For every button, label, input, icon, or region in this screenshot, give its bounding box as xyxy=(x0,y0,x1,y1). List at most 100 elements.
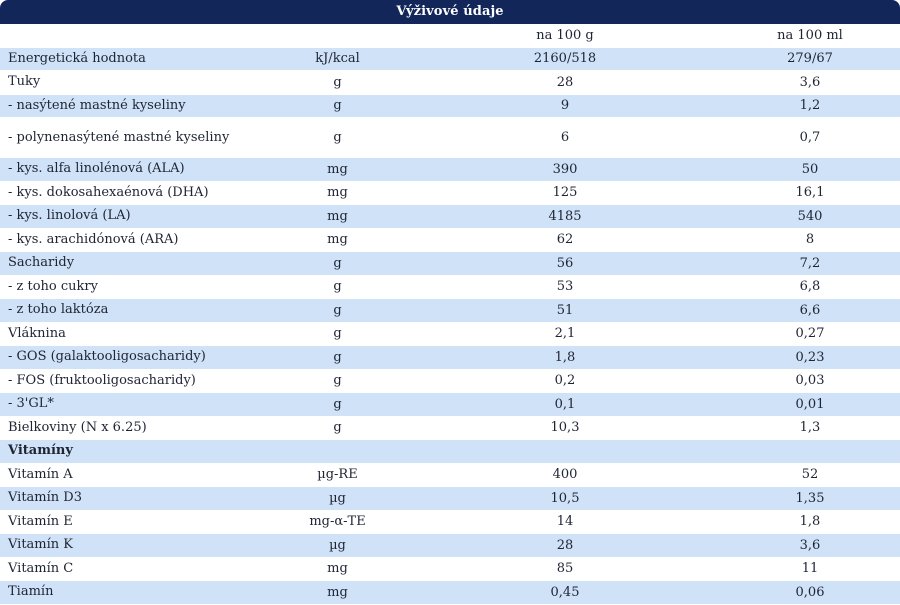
nutrient-unit: g xyxy=(333,349,342,365)
value-per-100g: 2,1 xyxy=(554,326,576,342)
nutrient-name: - z toho cukry xyxy=(8,278,98,294)
value-per-100g: 28 xyxy=(556,537,574,553)
nutrient-name: Vitamín A xyxy=(8,466,73,482)
table-row: - kys. arachidónová (ARA) mg 62 8 xyxy=(0,228,900,252)
nutrient-unit: mg xyxy=(327,561,348,577)
table-row: - FOS (fruktooligosacharidy) g 0,2 0,03 xyxy=(0,369,900,393)
value-per-100g: 6 xyxy=(560,130,570,145)
table-row: Vitamín A µg-RE 400 52 xyxy=(0,463,900,487)
value-per-100ml: 11 xyxy=(801,561,819,577)
value-per-100g: 125 xyxy=(552,185,578,201)
nutrient-name: Bielkoviny (N x 6.25) xyxy=(8,419,147,435)
value-per-100ml: 8 xyxy=(805,232,815,248)
header-row: na 100 g na 100 ml xyxy=(0,24,900,48)
value-per-100ml: 6,6 xyxy=(799,302,821,318)
table-row: - nasýtené mastné kyseliny g 9 1,2 xyxy=(0,94,900,118)
value-per-100g: 14 xyxy=(556,514,574,530)
nutrient-unit: µg xyxy=(329,537,346,553)
nutrient-unit: g xyxy=(333,98,342,114)
nutrient-unit: mg xyxy=(327,208,348,224)
value-per-100g: 390 xyxy=(552,161,578,177)
nutrient-unit: g xyxy=(333,302,342,318)
value-per-100ml: 0,06 xyxy=(795,584,825,600)
nutrient-name: - GOS (galaktooligosacharidy) xyxy=(8,349,206,365)
table-row: Bielkoviny (N x 6.25) g 10,3 1,3 xyxy=(0,416,900,440)
nutrient-name: - polynenasýtené mastné kyseliny xyxy=(8,129,230,145)
value-per-100g: 53 xyxy=(556,279,574,295)
table-row: Tuky g 28 3,6 xyxy=(0,71,900,95)
table-row: - polynenasýtené mastné kyseliny g 6 0,7 xyxy=(0,118,900,158)
value-per-100g: 9 xyxy=(560,98,570,114)
value-per-100g: 1,8 xyxy=(554,349,576,365)
value-per-100ml: 3,6 xyxy=(799,537,821,553)
nutrient-name: Vitamín D3 xyxy=(8,490,82,506)
nutrient-unit: mg xyxy=(327,232,348,248)
nutrient-unit: g xyxy=(333,279,342,295)
value-per-100ml: 279/67 xyxy=(787,51,833,67)
nutrient-name: - FOS (fruktooligosacharidy) xyxy=(8,372,196,388)
table-row: Sacharidy g 56 7,2 xyxy=(0,252,900,276)
nutrient-unit: mg xyxy=(327,584,348,600)
nutrient-unit: kJ/kcal xyxy=(315,51,360,67)
nutrient-unit: g xyxy=(333,130,342,145)
nutrient-name: Vláknina xyxy=(8,325,66,341)
header-per-100ml: na 100 ml xyxy=(777,27,843,43)
value-per-100g: 51 xyxy=(556,302,574,318)
value-per-100ml: 0,23 xyxy=(795,349,825,365)
table-row: - 3'GL* g 0,1 0,01 xyxy=(0,393,900,417)
value-per-100ml: 7,2 xyxy=(799,255,821,271)
table-row: Vitamín C mg 85 11 xyxy=(0,557,900,581)
value-per-100ml: 0,03 xyxy=(795,373,825,389)
table-title: Výživové údaje xyxy=(0,0,900,24)
nutrient-name: Vitamín E xyxy=(8,513,73,529)
nutrition-table: Výživové údaje na 100 g na 100 ml Energe… xyxy=(0,0,900,605)
nutrient-name: - z toho laktóza xyxy=(8,302,109,318)
value-per-100ml: 1,8 xyxy=(799,514,821,530)
nutrient-unit: µg xyxy=(329,490,346,506)
nutrient-name: Tuky xyxy=(8,74,41,90)
value-per-100g: 62 xyxy=(556,232,574,248)
table-row: Tiamín mg 0,45 0,06 xyxy=(0,581,900,605)
value-per-100g: 0,2 xyxy=(554,373,576,389)
value-per-100ml: 3,6 xyxy=(799,74,821,90)
section-row: Vitamíny xyxy=(0,440,900,464)
value-per-100g: 10,3 xyxy=(550,420,580,436)
nutrient-name: - nasýtené mastné kyseliny xyxy=(8,97,186,113)
value-per-100g: 56 xyxy=(556,255,574,271)
section-heading: Vitamíny xyxy=(8,443,73,459)
value-per-100ml: 540 xyxy=(797,208,823,224)
table-row: Energetická hodnota kJ/kcal 2160/518 279… xyxy=(0,47,900,71)
nutrient-unit: g xyxy=(333,396,342,412)
nutrient-unit: g xyxy=(333,255,342,271)
nutrient-unit: g xyxy=(333,74,342,90)
nutrient-name: - kys. alfa linolénová (ALA) xyxy=(8,161,185,177)
table-row: - z toho cukry g 53 6,8 xyxy=(0,275,900,299)
table-row: Vitamín K µg 28 3,6 xyxy=(0,534,900,558)
nutrient-name: Energetická hodnota xyxy=(8,50,146,66)
value-per-100g: 0,1 xyxy=(554,396,576,412)
value-per-100g: 28 xyxy=(556,74,574,90)
nutrient-name: Sacharidy xyxy=(8,255,75,271)
value-per-100ml: 16,1 xyxy=(795,185,825,201)
table-row: Vláknina g 2,1 0,27 xyxy=(0,322,900,346)
value-per-100g: 10,5 xyxy=(550,490,580,506)
value-per-100ml: 1,35 xyxy=(795,490,825,506)
value-per-100g: 0,45 xyxy=(550,584,580,600)
table-row: - z toho laktóza g 51 6,6 xyxy=(0,299,900,323)
value-per-100ml: 0,01 xyxy=(795,396,825,412)
nutrient-unit: mg-α-TE xyxy=(309,514,366,530)
nutrient-name: - kys. linolová (LA) xyxy=(8,208,131,224)
value-per-100ml: 1,3 xyxy=(799,420,821,436)
nutrient-name: - kys. arachidónová (ARA) xyxy=(8,231,179,247)
nutrient-unit: mg xyxy=(327,161,348,177)
value-per-100ml: 6,8 xyxy=(799,279,821,295)
table-row: - kys. dokosahexaénová (DHA) mg 125 16,1 xyxy=(0,181,900,205)
table-row: Vitamín E mg-α-TE 14 1,8 xyxy=(0,510,900,534)
value-per-100ml: 1,2 xyxy=(799,98,821,114)
nutrient-unit: g xyxy=(333,326,342,342)
table-row: - GOS (galaktooligosacharidy) g 1,8 0,23 xyxy=(0,346,900,370)
value-per-100ml: 0,27 xyxy=(795,326,825,342)
nutrient-name: Tiamín xyxy=(8,584,54,600)
value-per-100ml: 50 xyxy=(801,161,819,177)
value-per-100g: 4185 xyxy=(548,208,582,224)
